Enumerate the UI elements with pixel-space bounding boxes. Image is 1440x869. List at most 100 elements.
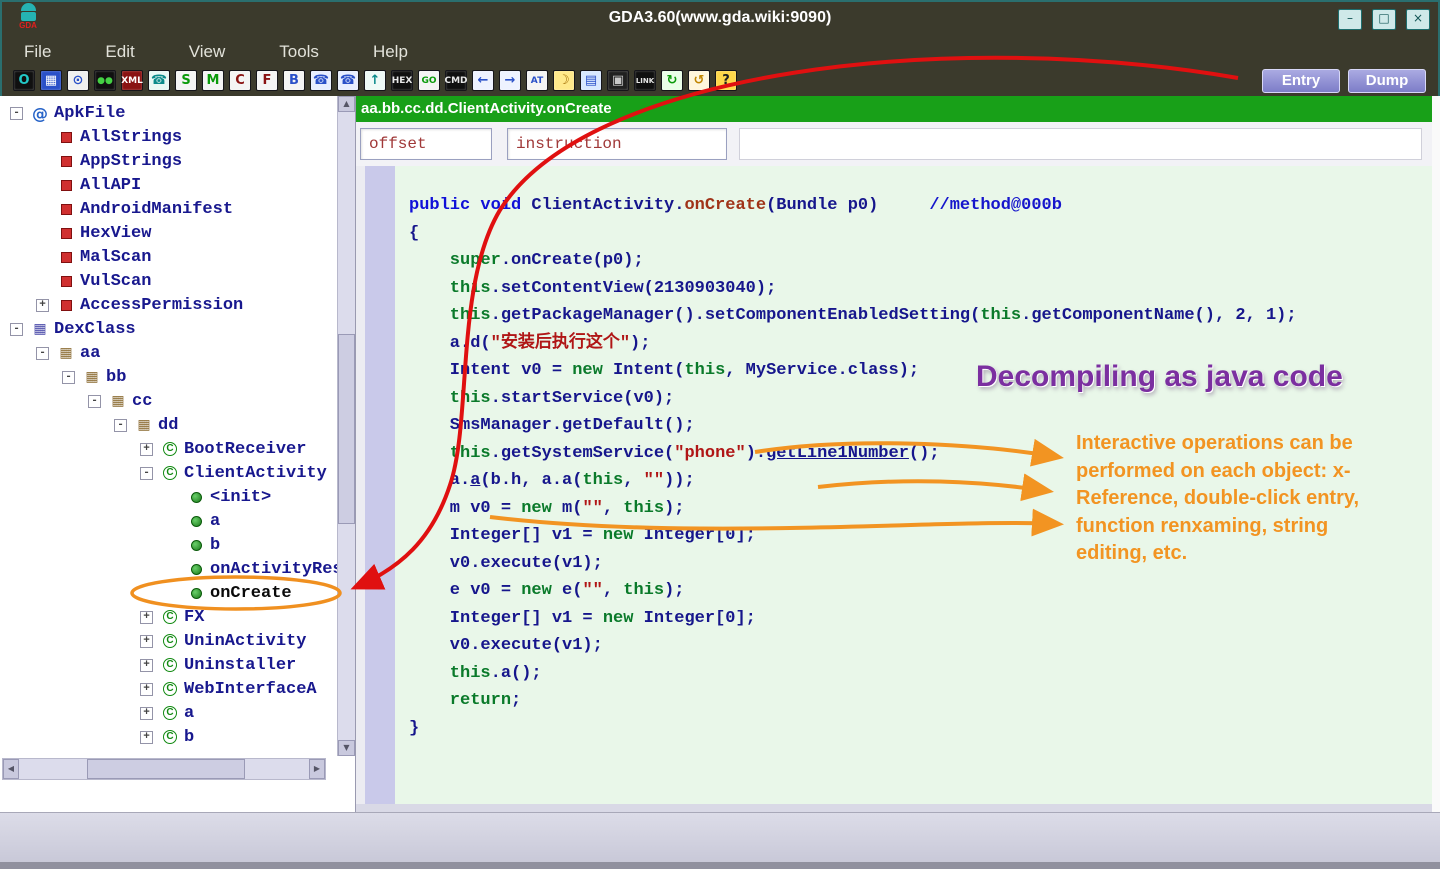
tree-expander-icon[interactable]: + xyxy=(140,659,153,672)
menu-file[interactable]: File xyxy=(24,42,51,62)
tree-item-appstrings[interactable]: AppStrings xyxy=(0,149,337,173)
tree-item-a[interactable]: +Ca xyxy=(0,701,337,725)
tree-item-b[interactable]: b xyxy=(0,533,337,557)
tree-expander-icon[interactable]: + xyxy=(140,683,153,696)
scroll-left-icon[interactable]: ◀ xyxy=(3,759,19,779)
code-line[interactable]: this.setContentView(2130903040); xyxy=(409,275,1432,303)
tree-item-oncreate[interactable]: onCreate xyxy=(0,581,337,605)
xml-icon[interactable]: XML xyxy=(121,70,143,91)
tree-vertical-scrollbar[interactable]: ▲ ▼ xyxy=(337,96,355,756)
code-line[interactable]: } xyxy=(409,715,1432,743)
instruction-column-header[interactable]: instruction xyxy=(507,128,727,160)
menu-view[interactable]: View xyxy=(189,42,226,62)
tree-item-bootreceiver[interactable]: +CBootReceiver xyxy=(0,437,337,461)
tree-expander-icon[interactable]: + xyxy=(140,443,153,456)
tree-horizontal-scrollbar[interactable]: ◀ ▶ xyxy=(2,758,326,780)
scroll-right-icon[interactable]: ▶ xyxy=(309,759,325,779)
tree-item-allapi[interactable]: AllAPI xyxy=(0,173,337,197)
methods-icon[interactable]: M xyxy=(202,70,224,91)
entry-button[interactable]: Entry xyxy=(1262,69,1340,93)
tree-item-fx[interactable]: +CFX xyxy=(0,605,337,629)
open-icon[interactable]: O xyxy=(13,70,35,91)
hex-icon[interactable]: HEX xyxy=(391,70,413,91)
tree-expander-icon[interactable]: + xyxy=(140,707,153,720)
tree-item-hexview[interactable]: HexView xyxy=(0,221,337,245)
dialog-icon[interactable]: ▤ xyxy=(580,70,602,91)
tree-item-vulscan[interactable]: VulScan xyxy=(0,269,337,293)
tree-item-malscan[interactable]: MalScan xyxy=(0,245,337,269)
scroll-up-icon[interactable]: ▲ xyxy=(338,96,355,112)
tree-expander-icon[interactable]: - xyxy=(10,323,23,336)
cmd-icon[interactable]: CMD xyxy=(445,70,467,91)
menu-help[interactable]: Help xyxy=(373,42,408,62)
maximize-button[interactable]: □ xyxy=(1372,9,1396,30)
code-line[interactable]: e v0 = new e("", this); xyxy=(409,577,1432,605)
menu-edit[interactable]: Edit xyxy=(105,42,134,62)
minimize-button[interactable]: – xyxy=(1338,9,1362,30)
save-icon[interactable]: ▦ xyxy=(40,70,62,91)
tree-expander-icon[interactable]: + xyxy=(140,611,153,624)
tree-expander-icon[interactable]: - xyxy=(88,395,101,408)
phone-icon[interactable]: ☎ xyxy=(310,70,332,91)
upload-icon[interactable]: ↑ xyxy=(364,70,386,91)
tree-expander-icon[interactable]: - xyxy=(114,419,127,432)
tree-expander-icon[interactable]: - xyxy=(36,347,49,360)
strings-icon[interactable]: S xyxy=(175,70,197,91)
bytecode-icon[interactable]: B xyxy=(283,70,305,91)
at-icon[interactable]: AT xyxy=(526,70,548,91)
menu-tools[interactable]: Tools xyxy=(279,42,319,62)
tree-item-accesspermission[interactable]: +AccessPermission xyxy=(0,293,337,317)
code-line[interactable]: Integer[] v1 = new Integer[0]; xyxy=(409,605,1432,633)
tree-item-clientactivity[interactable]: -CClientActivity xyxy=(0,461,337,485)
device-icon[interactable]: ☎ xyxy=(337,70,359,91)
refresh-icon[interactable]: ↻ xyxy=(661,70,683,91)
code-line[interactable]: { xyxy=(409,220,1432,248)
close-button[interactable]: × xyxy=(1406,9,1430,30)
tree-item-b[interactable]: +Cb xyxy=(0,725,337,749)
undo-icon[interactable]: ↺ xyxy=(688,70,710,91)
tree-item-aa[interactable]: -▦aa xyxy=(0,341,337,365)
tree-item-a[interactable]: a xyxy=(0,509,337,533)
fields-icon[interactable]: F xyxy=(256,70,278,91)
vertical-scroll-thumb[interactable] xyxy=(338,334,355,524)
tree-item-uninstaller[interactable]: +CUninstaller xyxy=(0,653,337,677)
tree-item-allstrings[interactable]: AllStrings xyxy=(0,125,337,149)
help-icon[interactable]: ? xyxy=(715,70,737,91)
forward-icon[interactable]: → xyxy=(499,70,521,91)
tree-expander-icon[interactable]: - xyxy=(10,107,23,120)
code-line[interactable]: public void ClientActivity.onCreate(Bund… xyxy=(409,192,1432,220)
bytes-icon[interactable]: ●● xyxy=(94,70,116,91)
tree-item-androidmanifest[interactable]: AndroidManifest xyxy=(0,197,337,221)
tree-item-dexclass[interactable]: -▦DexClass xyxy=(0,317,337,341)
search-icon[interactable]: ⊙ xyxy=(67,70,89,91)
code-line[interactable]: this.getPackageManager().setComponentEna… xyxy=(409,302,1432,330)
tree-item-webinterfacea[interactable]: +CWebInterfaceA xyxy=(0,677,337,701)
android-icon[interactable]: ☎ xyxy=(148,70,170,91)
tree-expander-icon[interactable]: + xyxy=(140,731,153,744)
link-icon[interactable]: LINK xyxy=(634,70,656,91)
code-line[interactable]: a.d("安装后执行这个"); xyxy=(409,330,1432,358)
night-icon[interactable]: ☽ xyxy=(553,70,575,91)
tree-item-dd[interactable]: -▦dd xyxy=(0,413,337,437)
code-line[interactable]: v0.execute(v1); xyxy=(409,632,1432,660)
tree-item-onactivityresult[interactable]: onActivityResult xyxy=(0,557,337,581)
code-line[interactable]: this.a(); xyxy=(409,660,1432,688)
tree-expander-icon[interactable]: + xyxy=(36,299,49,312)
tree-expander-icon[interactable]: + xyxy=(140,635,153,648)
tree-item-apkfile[interactable]: -@ApkFile xyxy=(0,101,337,125)
scroll-down-icon[interactable]: ▼ xyxy=(338,740,355,756)
offset-column-header[interactable]: offset xyxy=(360,128,492,160)
tree-expander-icon[interactable]: - xyxy=(140,467,153,480)
horizontal-scroll-thumb[interactable] xyxy=(87,759,245,779)
code-line[interactable]: return; xyxy=(409,687,1432,715)
back-icon[interactable]: ← xyxy=(472,70,494,91)
tree-item-init[interactable]: <init> xyxy=(0,485,337,509)
dump-button[interactable]: Dump xyxy=(1348,69,1426,93)
go-icon[interactable]: GO xyxy=(418,70,440,91)
tree-item-cc[interactable]: -▦cc xyxy=(0,389,337,413)
tree-item-uninactivity[interactable]: +CUninActivity xyxy=(0,629,337,653)
camera-icon[interactable]: ▣ xyxy=(607,70,629,91)
tree-item-bb[interactable]: -▦bb xyxy=(0,365,337,389)
code-line[interactable]: super.onCreate(p0); xyxy=(409,247,1432,275)
tree-expander-icon[interactable]: - xyxy=(62,371,75,384)
